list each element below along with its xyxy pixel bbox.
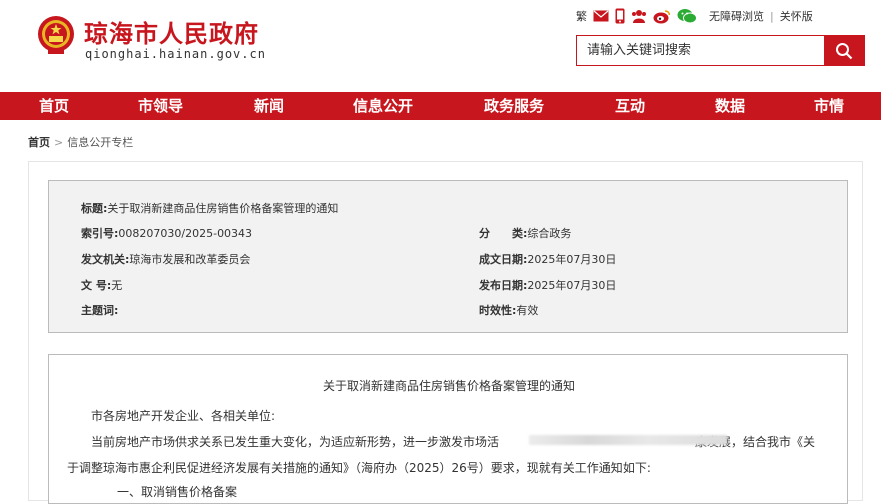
meta-label: 索引号: xyxy=(81,227,119,240)
meta-value: 关于取消新建商品住房销售价格备案管理的通知 xyxy=(107,202,339,215)
meta-label: 文 号: xyxy=(81,279,112,292)
meta-value: 无 xyxy=(111,279,123,292)
nav-item-gov-services[interactable]: 政务服务 xyxy=(484,92,544,120)
document-salutation: 市各房地产开发企业、各相关单位: xyxy=(91,409,276,423)
search-button[interactable] xyxy=(824,36,864,65)
breadcrumb: 首页 > 信息公开专栏 xyxy=(28,134,133,150)
meta-value: 琼海市发展和改革委员会 xyxy=(129,253,251,266)
meta-value: 综合政务 xyxy=(527,227,572,240)
people-icon[interactable] xyxy=(631,8,647,24)
meta-title-row: 标题:关于取消新建商品住房销售价格备案管理的通知 xyxy=(81,200,338,216)
meta-label: 成文日期: xyxy=(479,253,528,266)
meta-label: 标题: xyxy=(81,202,108,215)
main-nav: 首页 市领导 新闻 信息公开 政务服务 互动 数据 市情 xyxy=(0,92,881,120)
wechat-icon[interactable] xyxy=(677,8,697,24)
document-metadata: 标题:关于取消新建商品住房销售价格备案管理的通知 索引号:008207030/2… xyxy=(48,180,848,333)
traditional-chinese-link[interactable]: 繁 xyxy=(576,8,587,24)
separator: | xyxy=(770,9,774,23)
care-version-link[interactable]: 关怀版 xyxy=(780,8,813,24)
document-paragraph: 于调整琼海市惠企利民促进经济发展有关措施的通知》（海府办（2025）26号）要求… xyxy=(67,461,651,475)
mail-icon[interactable] xyxy=(593,10,609,22)
top-links: 繁 无障碍浏览 | 关怀版 xyxy=(576,8,813,24)
meta-value: 有效 xyxy=(516,304,539,317)
nav-item-interaction[interactable]: 互动 xyxy=(615,92,645,120)
paragraph-text: 当前房地产市场供求关系已发生重大变化，为适应新形势，进一步激发市场活 xyxy=(91,435,500,449)
meta-issuer-row: 发文机关:琼海市发展和改革委员会 xyxy=(81,251,250,267)
search-input[interactable] xyxy=(577,36,826,65)
meta-value: 2025年07月30日 xyxy=(527,253,617,266)
search-icon xyxy=(836,42,853,59)
meta-label: 发布日期: xyxy=(479,279,528,292)
breadcrumb-home[interactable]: 首页 xyxy=(28,136,50,149)
meta-label: 发文机关: xyxy=(81,253,130,266)
weibo-icon[interactable] xyxy=(653,9,671,24)
nav-item-city-profile[interactable]: 市情 xyxy=(814,92,844,120)
breadcrumb-current[interactable]: 信息公开专栏 xyxy=(67,136,133,149)
search-box xyxy=(576,35,865,66)
mobile-icon[interactable] xyxy=(615,8,625,24)
nav-item-data[interactable]: 数据 xyxy=(715,92,745,120)
meta-value: 008207030/2025-00343 xyxy=(118,227,253,240)
meta-validity-row: 时效性:有效 xyxy=(479,302,538,318)
site-header: 琼海市人民政府 qionghai.hainan.gov.cn 繁 无障碍浏览 |… xyxy=(0,0,881,92)
nav-item-leaders[interactable]: 市领导 xyxy=(138,92,183,120)
national-emblem-icon xyxy=(38,16,74,54)
redaction-blur xyxy=(529,435,727,445)
meta-docno-row: 文 号:无 xyxy=(81,277,122,293)
meta-label: 分 类: xyxy=(479,227,528,240)
meta-value: 2025年07月30日 xyxy=(527,279,617,292)
nav-item-info-disclosure[interactable]: 信息公开 xyxy=(353,92,413,120)
meta-label: 主题词: xyxy=(81,304,119,317)
meta-index-row: 索引号:008207030/2025-00343 xyxy=(81,225,252,241)
meta-label: 时效性: xyxy=(479,304,517,317)
meta-publish-date-row: 发布日期:2025年07月30日 xyxy=(479,277,616,293)
nav-item-news[interactable]: 新闻 xyxy=(254,92,284,120)
nav-item-home[interactable]: 首页 xyxy=(39,92,69,120)
document-paragraph: 一、取消销售价格备案 xyxy=(117,485,238,499)
site-title[interactable]: 琼海市人民政府 xyxy=(84,14,259,49)
accessible-browse-link[interactable]: 无障碍浏览 xyxy=(709,8,764,24)
meta-subject-row: 主题词: xyxy=(81,302,118,318)
breadcrumb-separator: > xyxy=(54,136,64,149)
meta-written-date-row: 成文日期:2025年07月30日 xyxy=(479,251,616,267)
site-domain: qionghai.hainan.gov.cn xyxy=(85,47,266,61)
meta-category-row: 分 类:综合政务 xyxy=(479,225,571,241)
document-body: 关于取消新建商品住房销售价格备案管理的通知 市各房地产开发企业、各相关单位: 当… xyxy=(48,354,848,504)
document-title: 关于取消新建商品住房销售价格备案管理的通知 xyxy=(322,379,575,393)
